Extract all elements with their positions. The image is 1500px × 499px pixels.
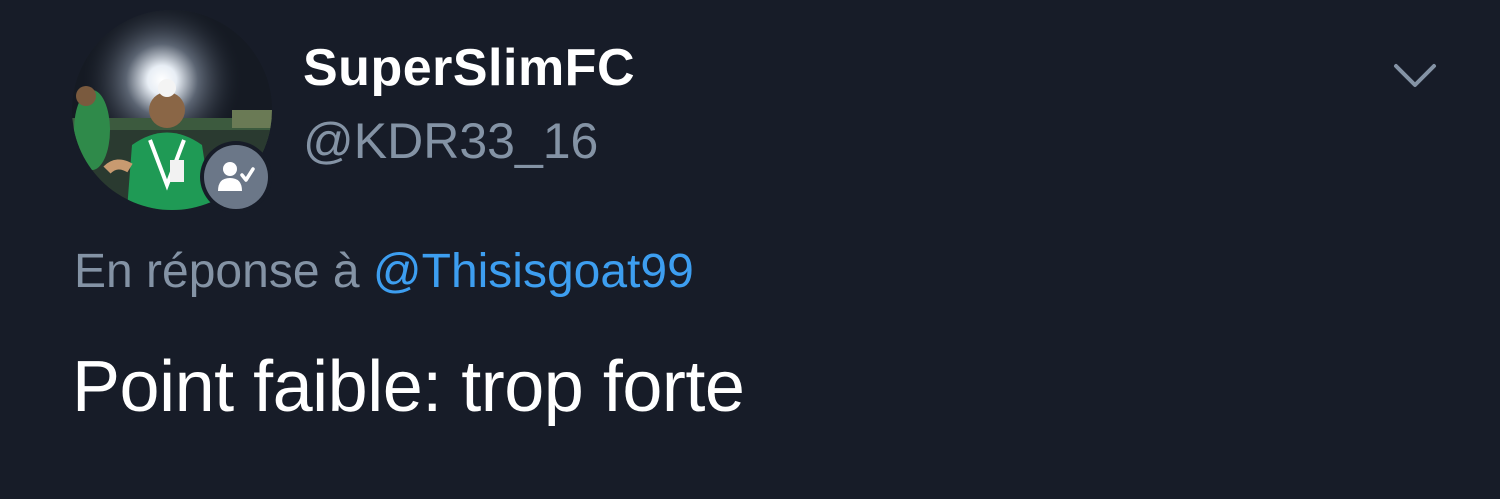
follows-you-badge [200, 141, 272, 213]
reply-mention-link[interactable]: @Thisisgoat99 [373, 245, 694, 298]
reply-prefix: En réponse à [74, 245, 360, 298]
tweet: SuperSlimFC @KDR33_16 En réponse à @This… [0, 0, 1500, 499]
user-handle[interactable]: @KDR33_16 [303, 112, 598, 170]
chevron-down-icon[interactable] [1393, 58, 1437, 94]
follows-you-icon [204, 145, 268, 209]
reply-context: En réponse à @Thisisgoat99 [74, 244, 694, 299]
display-name[interactable]: SuperSlimFC [303, 38, 635, 98]
tweet-text: Point faible: trop forte [72, 347, 745, 427]
